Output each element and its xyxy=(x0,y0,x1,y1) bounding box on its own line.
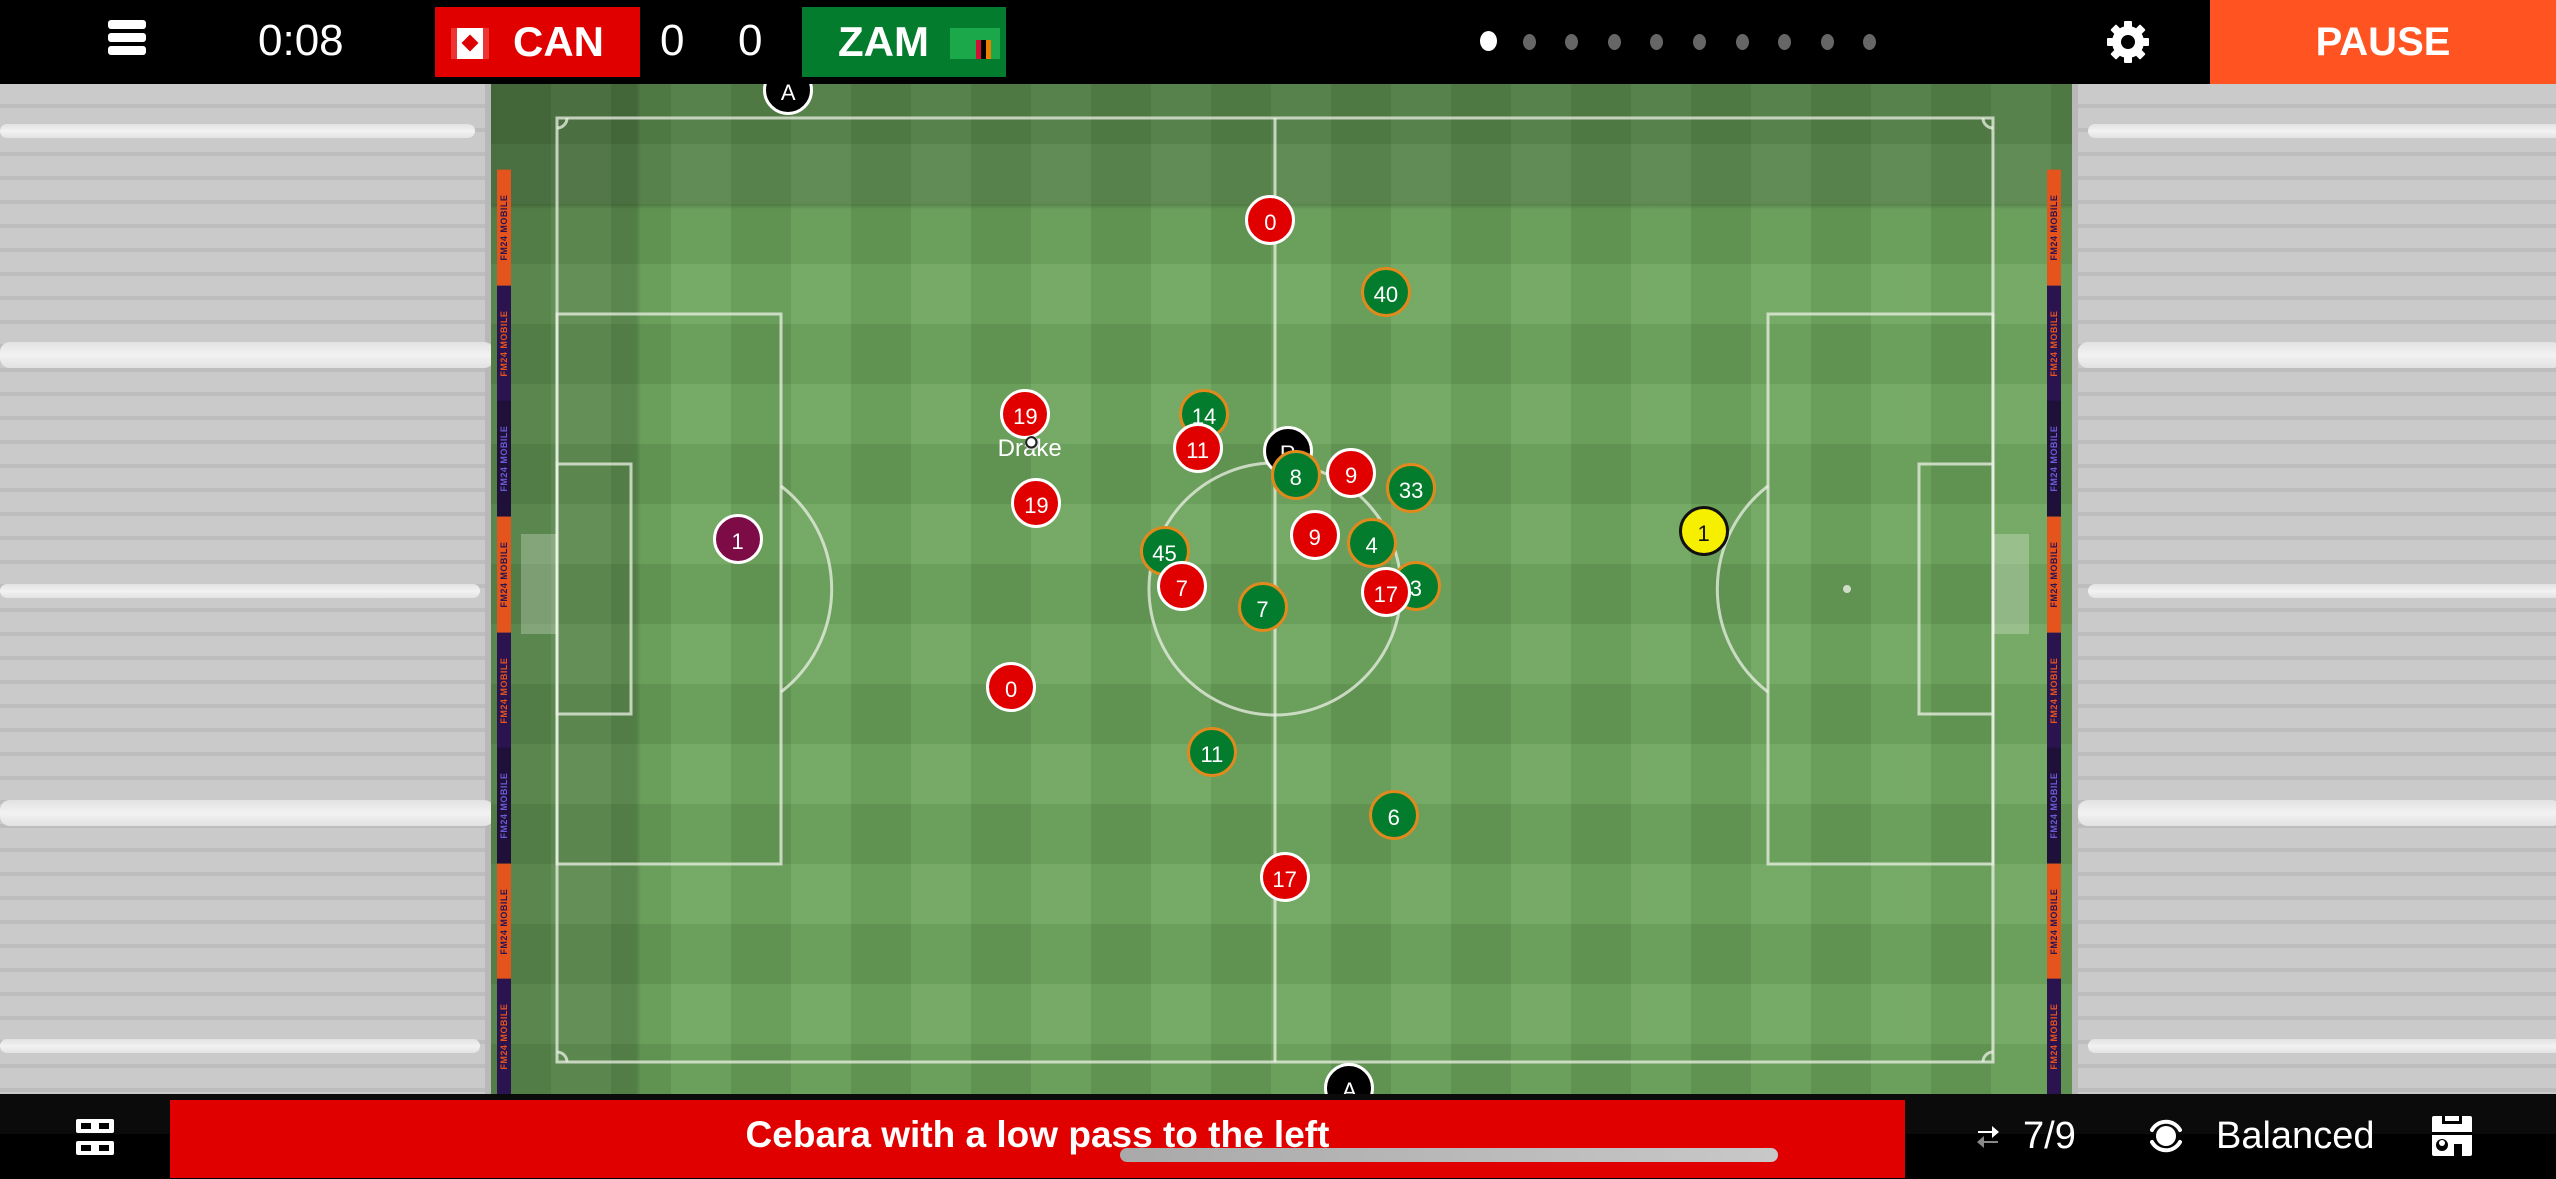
match-clock: 0:08 xyxy=(258,16,344,65)
away-player-marker[interactable]: 7 xyxy=(1237,582,1288,633)
home-indicator[interactable] xyxy=(1120,1148,1778,1162)
ball-icon xyxy=(1024,435,1039,450)
page-dot[interactable] xyxy=(1650,34,1664,50)
penalty-spot-right xyxy=(1843,585,1851,593)
page-dot[interactable] xyxy=(1778,34,1792,50)
mentality-label[interactable]: Balanced xyxy=(2216,1114,2374,1158)
away-player-marker[interactable]: 40 xyxy=(1360,267,1411,318)
away-player-marker[interactable]: 11 xyxy=(1186,726,1237,777)
away-goalkeeper-marker[interactable]: 1 xyxy=(1678,506,1729,557)
penalty-area-left xyxy=(555,312,783,866)
home-goalkeeper-marker[interactable]: 1 xyxy=(712,513,763,564)
hamburger-menu-icon[interactable] xyxy=(108,20,146,60)
home-player-marker[interactable]: 9 xyxy=(1289,510,1340,561)
six-yard-box-right xyxy=(1917,462,1995,716)
floodlight-beam xyxy=(2078,342,2556,368)
floodlight-beam xyxy=(0,800,494,826)
penalty-arc-left xyxy=(780,484,834,694)
page-dot[interactable] xyxy=(1863,34,1877,50)
home-player-marker[interactable]: 19 xyxy=(1011,478,1062,529)
goal-right xyxy=(1993,534,2029,634)
floodlight-beam xyxy=(2078,800,2556,826)
page-dot[interactable] xyxy=(1693,34,1706,50)
penalty-arc-right xyxy=(1715,484,1769,694)
page-dot[interactable] xyxy=(1522,34,1536,50)
top-bar: 0:08 CAN 0 0 ZAM PAUSE xyxy=(0,0,2556,84)
home-player-marker[interactable]: 9 xyxy=(1326,447,1377,498)
swap-arrows-icon[interactable] xyxy=(1976,1123,2000,1149)
six-yard-box-left xyxy=(555,462,633,716)
away-player-marker[interactable]: 6 xyxy=(1368,790,1419,841)
match-pitch[interactable]: FM24 MOBILE FM24 MOBILE FM24 MOBILE FM24 MO… xyxy=(491,84,2072,1094)
away-score: 0 xyxy=(738,16,763,65)
penalty-area-right xyxy=(1766,312,1995,866)
home-player-marker[interactable]: 11 xyxy=(1172,422,1223,473)
stadium-stand-left xyxy=(0,84,494,1094)
pause-button[interactable]: PAUSE xyxy=(2210,0,2556,84)
floodlight-beam xyxy=(0,1039,480,1053)
home-player-marker[interactable]: 0 xyxy=(986,661,1037,712)
away-team-name: ZAM xyxy=(838,18,929,65)
canada-flag-icon xyxy=(451,28,489,59)
match-view-icon[interactable] xyxy=(76,1117,114,1157)
page-dot[interactable] xyxy=(1820,34,1834,50)
page-dot[interactable] xyxy=(1607,34,1621,50)
commentary-bar: Cebara with a low pass to the left xyxy=(170,1100,1905,1178)
zambia-flag-icon xyxy=(950,28,1000,59)
substitutions-count[interactable]: 7/9 xyxy=(2023,1114,2076,1158)
home-player-marker[interactable]: 17 xyxy=(1259,851,1310,902)
gear-icon[interactable] xyxy=(2105,19,2151,65)
stadium-stand-right xyxy=(2072,84,2556,1094)
page-dot[interactable] xyxy=(1735,34,1749,50)
away-player-marker[interactable]: 8 xyxy=(1270,449,1321,500)
floodlight-beam xyxy=(2088,124,2556,138)
home-team-name: CAN xyxy=(513,18,604,65)
floodlight-beam xyxy=(0,584,480,598)
page-dot[interactable] xyxy=(1565,34,1579,50)
page-dot[interactable] xyxy=(1480,31,1497,51)
away-team-badge[interactable]: ZAM xyxy=(802,7,1006,77)
floodlight-beam xyxy=(2088,1039,2556,1053)
bottom-bar: Cebara with a low pass to the left 7/9 B… xyxy=(0,1094,2556,1179)
home-player-marker[interactable]: 7 xyxy=(1156,560,1207,611)
home-team-badge[interactable]: CAN xyxy=(435,7,640,77)
tactics-board-icon[interactable] xyxy=(2432,1114,2472,1156)
home-player-marker[interactable]: 17 xyxy=(1360,567,1411,618)
home-player-marker[interactable]: 0 xyxy=(1245,195,1296,246)
mentality-target-icon[interactable] xyxy=(2144,1114,2188,1158)
home-player-marker[interactable]: 19 xyxy=(1000,389,1051,440)
floodlight-beam xyxy=(0,124,475,138)
goal-left xyxy=(521,534,557,634)
away-player-marker[interactable]: 4 xyxy=(1346,517,1397,568)
home-score: 0 xyxy=(660,16,685,65)
away-player-marker[interactable]: 33 xyxy=(1386,463,1437,513)
floodlight-beam xyxy=(0,342,494,368)
floodlight-beam xyxy=(2088,584,2556,598)
